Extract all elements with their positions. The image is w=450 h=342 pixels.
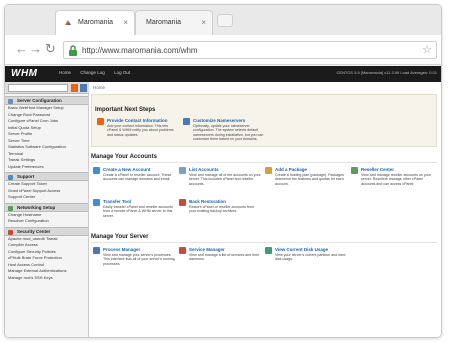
new-tab-button[interactable] xyxy=(217,14,233,27)
backup-restoration-item[interactable]: Back Restoration Restore cPanel or resel… xyxy=(179,199,261,225)
item-description: Optionally, update your nameserver confi… xyxy=(193,124,264,142)
close-tab-icon[interactable]: × xyxy=(123,18,128,27)
item-title[interactable]: Reseller Center xyxy=(361,167,394,172)
url-text: http://www.maromania.com/whm xyxy=(82,46,198,55)
item-title[interactable]: Add a Package xyxy=(275,167,307,172)
sidebar-item[interactable]: Support Center xyxy=(5,194,88,201)
support-icon xyxy=(8,175,13,180)
item-title[interactable]: View Current Disk Usage xyxy=(275,247,328,252)
sidebar-section-support[interactable]: Support xyxy=(5,172,88,181)
tab-strip: Maromania × Maromania × xyxy=(5,5,441,35)
item-title[interactable]: Transfer Tool xyxy=(103,199,131,204)
item-description: Restore cPanel or reseller accounts from… xyxy=(189,205,255,214)
tab-label: Maromania xyxy=(78,19,114,26)
service-manager-icon xyxy=(179,247,186,254)
nameservers-icon xyxy=(183,118,190,125)
sidebar-item[interactable]: Update Preferences xyxy=(5,164,88,171)
networking-icon xyxy=(8,205,13,211)
back-icon[interactable]: ← xyxy=(15,42,28,56)
manage-server-title: Manage Your Server xyxy=(91,234,149,240)
item-description: View and manage your server's processes.… xyxy=(103,253,175,266)
item-description: Easily transfer cPanel and reseller acco… xyxy=(103,205,173,218)
item-title[interactable]: Back Restoration xyxy=(189,199,226,204)
close-tab-icon[interactable]: × xyxy=(201,18,206,27)
home-icon[interactable] xyxy=(80,84,87,92)
create-account-icon xyxy=(93,167,100,174)
transfer-icon xyxy=(93,199,100,206)
item-title[interactable]: Provide Contact Information xyxy=(107,118,168,123)
provide-contact-info-item[interactable]: Provide Contact Information Add your con… xyxy=(97,118,179,146)
browser-window: Maromania × Maromania × ← → ↻ http://www… xyxy=(4,4,442,338)
breadcrumb: Home xyxy=(93,85,106,90)
manage-accounts-title: Manage Your Accounts xyxy=(91,154,157,160)
sidebar-search-bar xyxy=(5,82,89,94)
nav-change-log-link[interactable]: Change Log xyxy=(80,70,105,75)
sidebar-search-input[interactable] xyxy=(8,84,68,92)
server-config-icon xyxy=(8,99,13,104)
reload-icon[interactable]: ↻ xyxy=(45,42,56,56)
sidebar-section-label: Networking Setup xyxy=(17,204,56,210)
tab-maromania-inactive[interactable]: Maromania × xyxy=(135,10,213,35)
reseller-icon xyxy=(351,167,358,174)
nav-log-out-link[interactable]: Log Out xyxy=(114,70,130,75)
process-manager-icon xyxy=(93,247,100,254)
lock-icon xyxy=(69,45,77,56)
disk-usage-icon xyxy=(265,247,272,254)
sidebar-section-label: Security Center xyxy=(17,228,51,234)
forward-icon[interactable]: → xyxy=(29,42,42,56)
sidebar-item[interactable]: Manage root's SSH Keys xyxy=(5,275,88,282)
sidebar-section-server-configuration[interactable]: Server Configuration xyxy=(5,96,88,105)
search-button[interactable] xyxy=(71,84,78,92)
whm-page: WHM Home Change Log Log Out CENTOS 5.9 [… xyxy=(5,66,441,337)
package-icon xyxy=(265,167,272,174)
bookmark-star-icon[interactable]: ☆ xyxy=(422,43,432,56)
address-bar[interactable]: http://www.maromania.com/whm ☆ xyxy=(63,41,437,59)
section-divider xyxy=(91,162,437,163)
item-description: View and manage reseller accounts on you… xyxy=(361,173,431,186)
disk-usage-item[interactable]: View Current Disk Usage View your server… xyxy=(265,247,347,273)
item-description: View and manage all of the accounts on y… xyxy=(189,173,261,186)
tab-label: Maromania xyxy=(146,19,182,26)
item-description: View and manage a list of services and t… xyxy=(189,253,260,262)
whm-nav: Home Change Log Log Out xyxy=(59,70,138,75)
item-description: Add your contact information. This lets … xyxy=(107,124,174,137)
item-title[interactable]: Create a New Account xyxy=(103,167,150,172)
item-description: Create a hosting plan (package). Package… xyxy=(275,173,344,186)
whm-logo: WHM xyxy=(11,68,38,79)
service-manager-item[interactable]: Service Manager View and manage a list o… xyxy=(179,247,261,273)
item-description: Create a cPanel or reseller account. The… xyxy=(103,173,172,182)
list-accounts-item[interactable]: List Accounts View and manage all of the… xyxy=(179,167,261,193)
transfer-tool-item[interactable]: Transfer Tool Easily transfer cPanel and… xyxy=(93,199,175,225)
list-accounts-icon xyxy=(179,167,186,174)
item-title[interactable]: Customize Nameservers xyxy=(193,118,245,123)
sidebar-section-label: Support xyxy=(17,174,35,179)
sidebar-section-label: Server Configuration xyxy=(17,98,62,103)
sidebar: Server Configuration Basic WebHost Manag… xyxy=(5,94,89,337)
item-title[interactable]: Service Manager xyxy=(189,247,225,252)
customize-nameservers-item[interactable]: Customize Nameservers Optionally, update… xyxy=(183,118,265,146)
sidebar-section-networking-setup[interactable]: Networking Setup xyxy=(5,202,88,212)
item-description: View your server's current partition and… xyxy=(275,253,346,262)
next-steps-title: Important Next Steps xyxy=(95,107,156,113)
item-title[interactable]: Process Manager xyxy=(103,247,140,252)
reseller-center-item[interactable]: Reseller Center View and manage reseller… xyxy=(351,167,433,193)
item-title[interactable]: List Accounts xyxy=(189,167,219,172)
browser-toolbar: ← → ↻ http://www.maromania.com/whm ☆ xyxy=(5,35,441,65)
section-divider xyxy=(91,242,437,243)
server-status: CENTOS 5.9 [Maromania] v11.3.99 Load Ave… xyxy=(336,70,437,75)
tab-maromania-active[interactable]: Maromania × xyxy=(55,10,135,35)
create-account-item[interactable]: Create a New Account Create a cPanel or … xyxy=(93,167,175,193)
whm-header: WHM Home Change Log Log Out CENTOS 5.9 [… xyxy=(5,66,441,82)
main-content: Important Next Steps Provide Contact Inf… xyxy=(91,94,437,337)
restore-icon xyxy=(179,199,186,206)
nav-home-link[interactable]: Home xyxy=(59,70,71,75)
sidebar-section-security-center[interactable]: Security Center xyxy=(5,226,88,236)
sidebar-item[interactable]: Resolver Configuration xyxy=(5,218,88,225)
contact-info-icon xyxy=(97,118,104,125)
favicon-icon xyxy=(65,20,71,25)
security-icon xyxy=(8,229,13,235)
add-package-item[interactable]: Add a Package Create a hosting plan (pac… xyxy=(265,167,347,193)
process-manager-item[interactable]: Process Manager View and manage your ser… xyxy=(93,247,175,273)
